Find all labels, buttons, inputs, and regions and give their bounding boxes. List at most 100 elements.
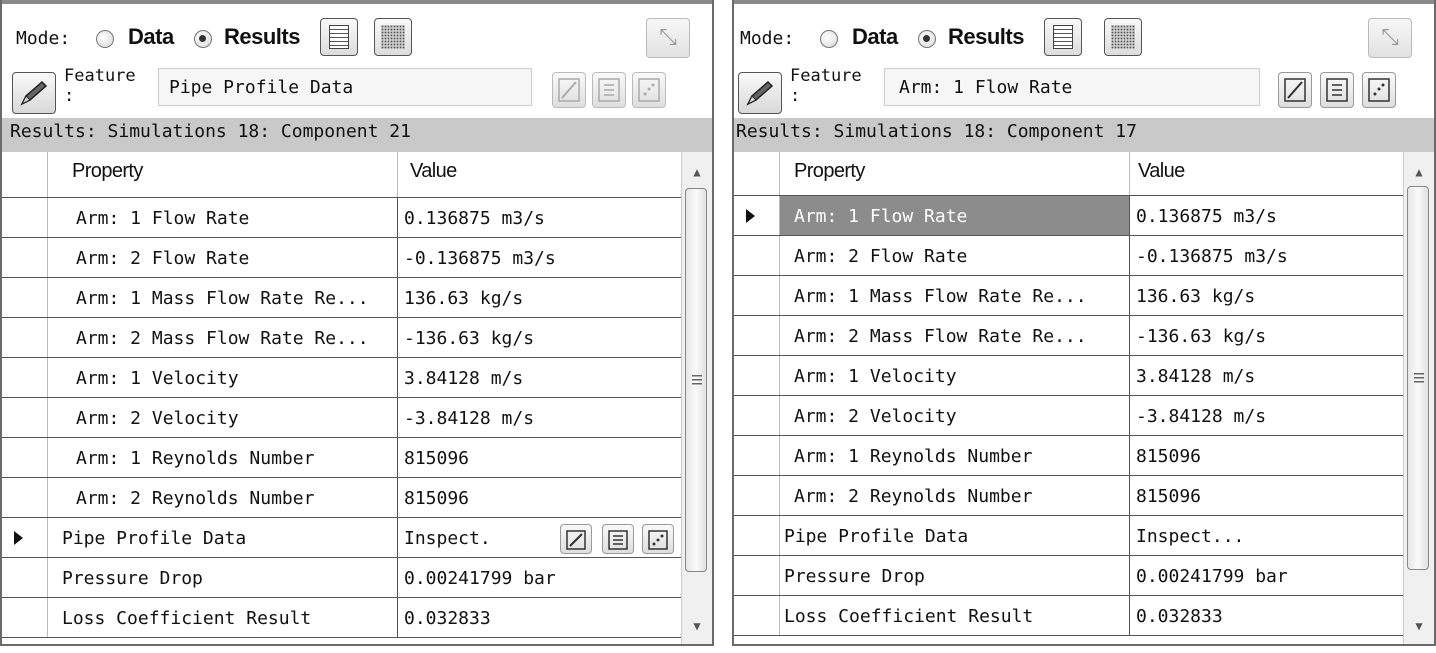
value-cell[interactable]: 3.84128 m/s bbox=[398, 358, 682, 397]
row-selector[interactable] bbox=[2, 518, 48, 557]
table-row[interactable]: Arm: 2 Reynolds Number 815096 bbox=[734, 476, 1404, 516]
row-selector[interactable] bbox=[734, 396, 780, 435]
table-row[interactable]: Arm: 1 Mass Flow Rate Re... 136.63 kg/s bbox=[734, 276, 1404, 316]
table-row[interactable]: Arm: 1 Reynolds Number 815096 bbox=[734, 436, 1404, 476]
table-row[interactable]: Arm: 2 Flow Rate -0.136875 m3/s bbox=[734, 236, 1404, 276]
scrollbar-thumb[interactable] bbox=[1407, 186, 1429, 570]
table-row[interactable]: Arm: 1 Reynolds Number 815096 bbox=[2, 438, 682, 478]
scrollbar-thumb[interactable] bbox=[685, 188, 707, 572]
property-cell[interactable]: Arm: 2 Velocity bbox=[58, 398, 398, 437]
property-cell[interactable]: Pipe Profile Data bbox=[780, 516, 1130, 555]
row-selector[interactable] bbox=[2, 398, 48, 437]
property-cell[interactable]: Arm: 2 Mass Flow Rate Re... bbox=[780, 316, 1130, 355]
row-selector[interactable] bbox=[2, 318, 48, 357]
value-cell[interactable]: 815096 bbox=[398, 438, 682, 477]
value-cell[interactable]: 0.00241799 bar bbox=[398, 558, 682, 597]
table-row[interactable]: Pressure Drop 0.00241799 bar bbox=[2, 558, 682, 598]
pattern-button[interactable] bbox=[374, 18, 412, 56]
line-chart-button[interactable] bbox=[1278, 72, 1312, 108]
list-view-icon-button[interactable] bbox=[592, 72, 626, 108]
table-row[interactable]: Arm: 1 Mass Flow Rate Re... 136.63 kg/s bbox=[2, 278, 682, 318]
property-cell[interactable]: Loss Coefficient Result bbox=[780, 596, 1130, 635]
mode-results-radio[interactable] bbox=[194, 30, 212, 48]
table-row-selected[interactable]: Pipe Profile Data Inspect. bbox=[2, 518, 682, 558]
table-row[interactable]: Arm: 2 Mass Flow Rate Re... -136.63 kg/s bbox=[2, 318, 682, 358]
value-cell[interactable]: 0.00241799 bar bbox=[1130, 556, 1404, 595]
row-selector[interactable] bbox=[2, 238, 48, 277]
table-row-selected[interactable]: Arm: 1 Flow Rate 0.136875 m3/s bbox=[734, 196, 1404, 236]
corner-button[interactable]: ⤡ bbox=[1368, 18, 1412, 58]
mode-data-label[interactable]: Data bbox=[852, 24, 898, 50]
scatter-button[interactable] bbox=[632, 72, 666, 108]
value-cell[interactable]: 3.84128 m/s bbox=[1130, 356, 1404, 395]
vertical-scrollbar[interactable]: ▲ ▼ bbox=[1403, 152, 1434, 644]
row-selector[interactable] bbox=[734, 276, 780, 315]
row-selector[interactable] bbox=[2, 278, 48, 317]
scroll-down-icon[interactable]: ▼ bbox=[682, 612, 712, 640]
value-cell[interactable]: 815096 bbox=[1130, 436, 1404, 475]
table-row[interactable]: Arm: 1 Flow Rate 0.136875 m3/s bbox=[2, 198, 682, 238]
property-cell[interactable]: Pressure Drop bbox=[780, 556, 1130, 595]
scroll-down-icon[interactable]: ▼ bbox=[1404, 612, 1434, 640]
feature-field[interactable]: Pipe Profile Data bbox=[158, 68, 532, 106]
row-selector[interactable] bbox=[734, 196, 780, 235]
property-cell[interactable]: Arm: 2 Reynolds Number bbox=[58, 478, 398, 517]
property-cell[interactable]: Arm: 2 Velocity bbox=[780, 396, 1130, 435]
property-cell[interactable]: Arm: 1 Velocity bbox=[780, 356, 1130, 395]
row-selector[interactable] bbox=[734, 236, 780, 275]
property-cell[interactable]: Arm: 2 Reynolds Number bbox=[780, 476, 1130, 515]
corner-button[interactable]: ⤡ bbox=[646, 18, 690, 58]
list-view-button[interactable] bbox=[1044, 18, 1082, 56]
value-cell[interactable]: -136.63 kg/s bbox=[398, 318, 682, 357]
property-cell[interactable]: Loss Coefficient Result bbox=[58, 598, 398, 637]
property-cell[interactable]: Arm: 1 Reynolds Number bbox=[58, 438, 398, 477]
mode-results-label[interactable]: Results bbox=[224, 24, 300, 50]
table-row[interactable]: Arm: 2 Mass Flow Rate Re... -136.63 kg/s bbox=[734, 316, 1404, 356]
row-selector[interactable] bbox=[2, 198, 48, 237]
value-cell[interactable]: -0.136875 m3/s bbox=[398, 238, 682, 277]
value-cell[interactable]: 815096 bbox=[1130, 476, 1404, 515]
row-selector[interactable] bbox=[734, 516, 780, 555]
value-cell[interactable]: 815096 bbox=[398, 478, 682, 517]
property-cell[interactable]: Arm: 1 Reynolds Number bbox=[780, 436, 1130, 475]
row-selector[interactable] bbox=[734, 556, 780, 595]
scroll-up-icon[interactable]: ▲ bbox=[682, 158, 712, 186]
value-cell[interactable]: Inspect... bbox=[1130, 516, 1404, 555]
mode-data-radio[interactable] bbox=[820, 30, 838, 48]
property-cell[interactable]: Arm: 2 Flow Rate bbox=[780, 236, 1130, 275]
table-row[interactable]: Arm: 2 Velocity -3.84128 m/s bbox=[734, 396, 1404, 436]
table-row[interactable]: Arm: 1 Velocity 3.84128 m/s bbox=[2, 358, 682, 398]
value-cell[interactable]: -0.136875 m3/s bbox=[1130, 236, 1404, 275]
row-selector[interactable] bbox=[2, 358, 48, 397]
property-cell[interactable]: Arm: 1 Mass Flow Rate Re... bbox=[58, 278, 398, 317]
row-selector[interactable] bbox=[734, 316, 780, 355]
mode-results-label[interactable]: Results bbox=[948, 24, 1024, 50]
mode-results-radio[interactable] bbox=[918, 30, 936, 48]
inline-line-chart-button[interactable] bbox=[560, 524, 592, 554]
property-cell[interactable]: Arm: 1 Flow Rate bbox=[58, 198, 398, 237]
value-cell[interactable]: -136.63 kg/s bbox=[1130, 316, 1404, 355]
row-selector[interactable] bbox=[734, 596, 780, 635]
property-cell[interactable]: Arm: 1 Mass Flow Rate Re... bbox=[780, 276, 1130, 315]
property-cell[interactable]: Arm: 1 Velocity bbox=[58, 358, 398, 397]
value-cell[interactable]: 136.63 kg/s bbox=[1130, 276, 1404, 315]
table-row[interactable]: Arm: 2 Velocity -3.84128 m/s bbox=[2, 398, 682, 438]
line-chart-button[interactable] bbox=[552, 72, 586, 108]
inline-scatter-button[interactable] bbox=[642, 524, 674, 554]
property-cell[interactable]: Pressure Drop bbox=[58, 558, 398, 597]
table-row[interactable]: Pressure Drop 0.00241799 bar bbox=[734, 556, 1404, 596]
column-header-value[interactable]: Value bbox=[398, 152, 682, 197]
inspect-text[interactable]: Inspect. bbox=[404, 528, 491, 549]
value-cell[interactable]: -3.84128 m/s bbox=[398, 398, 682, 437]
value-cell[interactable]: 0.032833 bbox=[1130, 596, 1404, 635]
feature-field[interactable]: Arm: 1 Flow Rate bbox=[884, 68, 1260, 106]
row-selector[interactable] bbox=[2, 558, 48, 597]
table-row[interactable]: Arm: 2 Flow Rate -0.136875 m3/s bbox=[2, 238, 682, 278]
value-cell[interactable]: 0.136875 m3/s bbox=[398, 198, 682, 237]
row-selector[interactable] bbox=[2, 438, 48, 477]
mode-data-radio[interactable] bbox=[96, 30, 114, 48]
property-cell[interactable]: Arm: 2 Flow Rate bbox=[58, 238, 398, 277]
value-cell[interactable]: Inspect. bbox=[398, 518, 682, 557]
table-row[interactable]: Pipe Profile Data Inspect... bbox=[734, 516, 1404, 556]
value-cell[interactable]: -3.84128 m/s bbox=[1130, 396, 1404, 435]
